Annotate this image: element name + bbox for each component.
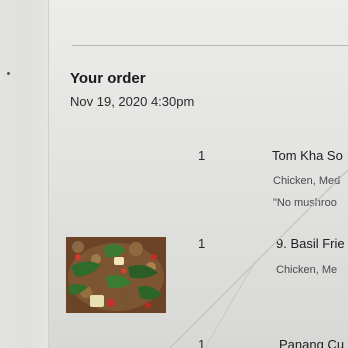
screen: Your order Nov 19, 2020 4:30pm 1 Tom Kha… xyxy=(0,0,348,348)
left-gutter xyxy=(0,0,31,348)
item-name[interactable]: Panang Cu xyxy=(279,337,344,348)
order-date: Nov 19, 2020 4:30pm xyxy=(70,94,195,109)
item-name[interactable]: Tom Kha So xyxy=(272,148,343,163)
item-quantity: 1 xyxy=(198,148,206,163)
food-photo-art xyxy=(66,237,166,313)
food-photo-icon xyxy=(66,237,166,313)
item-quantity: 1 xyxy=(198,337,206,348)
order-title: Your order xyxy=(70,70,146,87)
section-divider xyxy=(72,45,348,46)
item-options: Chicken, Med xyxy=(273,175,341,187)
gutter-dot xyxy=(7,72,10,75)
item-quantity: 1 xyxy=(198,236,206,251)
item-note: "No mushroo xyxy=(273,197,337,209)
item-name[interactable]: 9. Basil Frie xyxy=(276,236,345,251)
left-gutter-inner xyxy=(30,0,49,348)
item-options: Chicken, Me xyxy=(276,264,338,276)
